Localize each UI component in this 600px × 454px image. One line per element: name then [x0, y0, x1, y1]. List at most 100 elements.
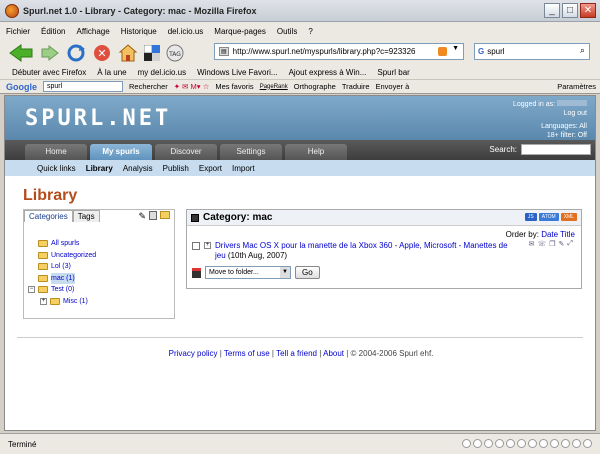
menu-marque-pages[interactable]: Marque-pages [214, 27, 266, 36]
tree-item-all-spurls[interactable]: All spurls [28, 238, 96, 250]
menu-fichier[interactable]: Fichier [6, 27, 30, 36]
status-addon-icon[interactable] [550, 439, 559, 448]
xml-feed-badge[interactable]: XML [560, 213, 577, 221]
tree-item-mac[interactable]: mac (1) [28, 272, 96, 284]
tell-a-friend-link[interactable]: Tell a friend [276, 349, 317, 358]
tab-tags[interactable]: Tags [72, 210, 100, 222]
parametres-button[interactable]: Paramètres [557, 82, 596, 91]
bookmark-item[interactable]: my del.icio.us [138, 68, 186, 77]
phone-icon[interactable]: ☏ [537, 240, 546, 248]
url-bar[interactable]: ▤ http://www.spurl.net/myspurls/library.… [214, 43, 464, 60]
status-addon-icon[interactable] [517, 439, 526, 448]
privacy-policy-link[interactable]: Privacy policy [169, 349, 218, 358]
subnav-export[interactable]: Export [199, 164, 222, 173]
edit-icon[interactable]: ✎ [559, 240, 565, 248]
status-addon-icon[interactable] [495, 439, 504, 448]
tree-item-misc[interactable]: + Misc (1) [28, 296, 96, 308]
reload-icon[interactable] [66, 43, 86, 63]
menu-affichage[interactable]: Affichage [76, 27, 109, 36]
logout-link[interactable]: Log out [564, 110, 587, 117]
status-addon-icon[interactable] [473, 439, 482, 448]
minimize-button[interactable]: _ [544, 3, 560, 18]
collapse-icon[interactable]: − [28, 286, 35, 294]
search-icon[interactable]: ⌕ [580, 45, 585, 56]
maximize-button[interactable]: □ [562, 3, 578, 18]
menu-edition[interactable]: Édition [41, 27, 65, 36]
bookmark-item[interactable]: Spurl bar [377, 68, 409, 77]
category-panel: Category: mac JS ATOM XML Order by: Date… [186, 209, 582, 289]
subnav-publish[interactable]: Publish [163, 164, 189, 173]
home-icon[interactable] [118, 43, 138, 63]
filter-link[interactable]: 18+ filter: Off [547, 132, 587, 139]
close-window-button[interactable]: ✕ [580, 3, 596, 18]
subnav-quick-links[interactable]: Quick links [37, 164, 76, 173]
status-addon-icon[interactable] [572, 439, 581, 448]
move-to-folder-select[interactable]: Move to folder... [205, 266, 291, 279]
edit-pencil-icon[interactable]: ✎ [138, 211, 146, 222]
google-rechercher-button[interactable]: Rechercher [129, 82, 168, 91]
site-search-input[interactable] [521, 144, 591, 155]
status-addon-icon[interactable] [583, 439, 592, 448]
subnav-import[interactable]: Import [232, 164, 255, 173]
forward-button[interactable] [40, 44, 60, 62]
back-button[interactable] [8, 43, 34, 63]
terms-of-use-link[interactable]: Terms of use [224, 349, 270, 358]
url-dropdown-icon[interactable]: ▼ [452, 45, 459, 52]
delicious-icon[interactable] [144, 44, 160, 61]
item-expand-icon[interactable]: + [204, 242, 211, 249]
expand-icon[interactable]: + [40, 297, 47, 305]
status-addon-icon[interactable] [539, 439, 548, 448]
languages-link[interactable]: Languages: All [541, 123, 587, 130]
status-addon-icon[interactable] [506, 439, 515, 448]
bookmark-item[interactable]: Windows Live Favori... [197, 68, 277, 77]
bookmark-item[interactable]: À la une [97, 68, 126, 77]
bookmark-item[interactable]: Débuter avec Firefox [12, 68, 86, 77]
stop-icon[interactable]: ✕ [92, 43, 112, 63]
spurl-logo[interactable]: SPURL.NET [25, 106, 171, 131]
menu-help[interactable]: ? [308, 27, 312, 36]
about-link[interactable]: About [323, 349, 344, 358]
menu-historique[interactable]: Historique [121, 27, 157, 36]
orthographe-button[interactable]: Orthographe [294, 82, 336, 91]
item-date: (10th Aug, 2007) [227, 251, 288, 260]
tree-item-test[interactable]: − Test (0) [28, 284, 96, 296]
new-folder-icon[interactable] [160, 211, 170, 219]
status-addon-icon[interactable] [528, 439, 537, 448]
google-favoris-button[interactable]: Mes favoris [215, 82, 253, 91]
status-addon-icon[interactable] [462, 439, 471, 448]
item-checkbox[interactable] [192, 242, 200, 250]
copy-icon[interactable]: ❐ [549, 240, 555, 248]
google-g-icon[interactable]: G [478, 47, 484, 56]
toolbar-icons[interactable]: ✦ ✉ M▾ ☆ [174, 82, 210, 91]
tree-item-lol[interactable]: Lol (3) [28, 261, 96, 273]
tab-settings[interactable]: Settings [220, 144, 282, 160]
envoyer-button[interactable]: Envoyer à [376, 82, 410, 91]
bookmark-item[interactable]: Ajout express à Win... [289, 68, 367, 77]
tab-categories[interactable]: Categories [24, 210, 73, 222]
subnav-library[interactable]: Library [86, 164, 113, 173]
traduire-button[interactable]: Traduire [342, 82, 370, 91]
search-bar[interactable]: G spurl ⌕ [474, 43, 590, 60]
js-feed-badge[interactable]: JS [524, 213, 537, 221]
tag-icon[interactable]: TAG [166, 44, 184, 62]
tab-home[interactable]: Home [25, 144, 87, 160]
status-addon-icon[interactable] [484, 439, 493, 448]
rss-icon[interactable] [438, 47, 447, 56]
status-addon-icon[interactable] [561, 439, 570, 448]
go-button[interactable]: Go [295, 266, 320, 279]
atom-feed-badge[interactable]: ATOM [538, 213, 559, 221]
google-search-input[interactable]: spurl [43, 81, 123, 92]
order-label: Order by: [505, 230, 539, 239]
email-icon[interactable]: ✉ [529, 240, 535, 248]
delete-trash-icon[interactable] [149, 211, 157, 220]
tree-item-uncategorized[interactable]: Uncategorized [28, 250, 96, 262]
menu-delicious[interactable]: del.icio.us [168, 27, 204, 36]
menu-outils[interactable]: Outils [277, 27, 297, 36]
subnav-analysis[interactable]: Analysis [123, 164, 153, 173]
order-title-link[interactable]: Title [560, 230, 575, 239]
tab-discover[interactable]: Discover [155, 144, 217, 160]
tab-my-spurls[interactable]: My spurls [90, 144, 152, 160]
tab-help[interactable]: Help [285, 144, 347, 160]
order-date-link[interactable]: Date [541, 230, 558, 239]
delete-icon[interactable]: ⤢ [567, 240, 573, 248]
